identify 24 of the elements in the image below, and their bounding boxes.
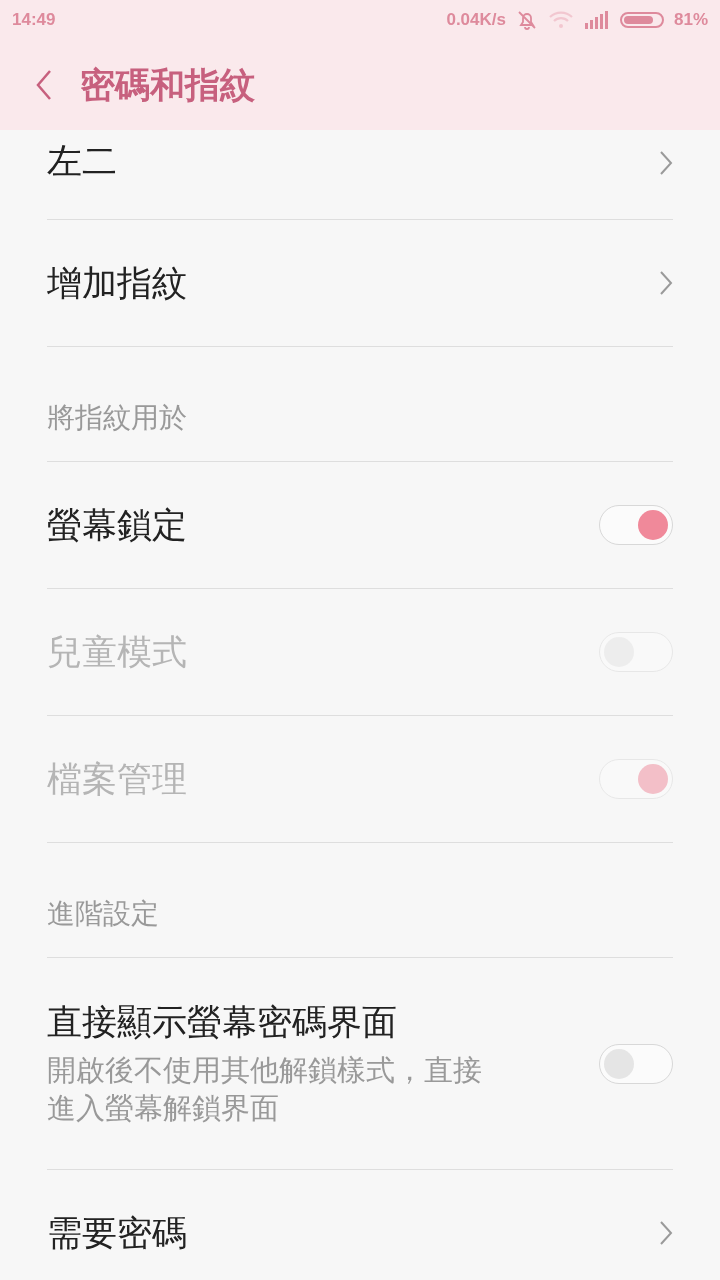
setting-label: 兒童模式 [47, 630, 187, 674]
page-title: 密碼和指紋 [80, 63, 255, 107]
setting-label: 檔案管理 [47, 757, 187, 801]
chevron-icon [659, 1220, 673, 1246]
battery-icon [619, 12, 664, 28]
clock: 14:49 [12, 10, 56, 30]
signal-icon [583, 11, 610, 29]
network-speed: 0.04K/s [446, 10, 506, 30]
section-header: 將指紋用於 [47, 400, 187, 436]
section-header: 進階設定 [47, 896, 159, 932]
chevron-icon [659, 150, 673, 176]
setting-label: 螢幕鎖定 [47, 503, 187, 547]
setting-description: 開啟後不使用其他解鎖樣式，直接進入螢幕解鎖界面 [47, 1052, 483, 1127]
settings-item[interactable]: 需要密碼 [47, 1170, 673, 1280]
setting-label: 直接顯示螢幕密碼界面 [47, 1001, 398, 1045]
battery-percent: 81% [673, 10, 708, 30]
toggle-switch[interactable] [599, 1043, 673, 1084]
settings-item[interactable]: 左二 [47, 130, 673, 220]
back-icon[interactable] [34, 69, 54, 101]
settings-item[interactable]: 增加指紋 [47, 220, 673, 347]
wifi-icon [547, 10, 574, 30]
bell-off-icon [515, 9, 538, 31]
toggle-switch[interactable] [599, 505, 673, 545]
chevron-icon [659, 270, 673, 296]
